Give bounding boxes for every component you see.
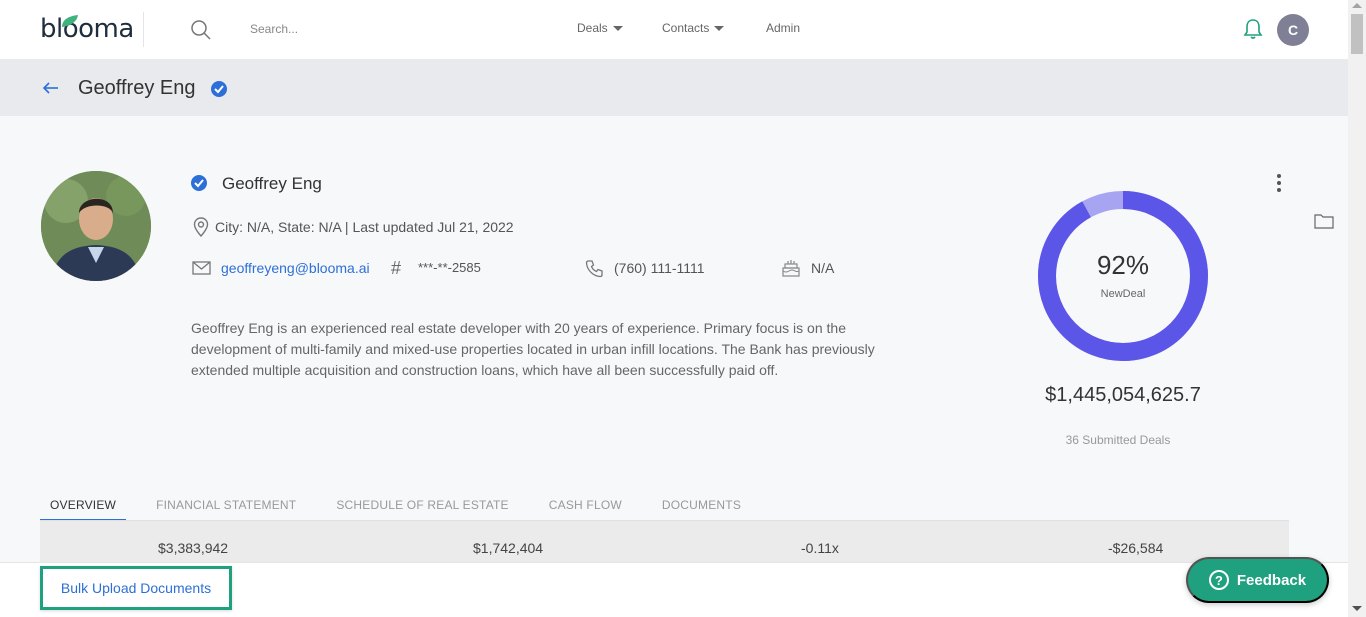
- feedback-button[interactable]: ? Feedback: [1186, 557, 1329, 603]
- scrollbar-thumb[interactable]: [1351, 14, 1363, 54]
- summary-value: $1,742,404: [473, 540, 544, 556]
- person-portrait-icon: [41, 171, 151, 281]
- profile-bio: Geoffrey Eng is an experienced real esta…: [191, 320, 875, 378]
- tab-financial-statement[interactable]: FINANCIAL STATEMENT: [146, 490, 306, 521]
- feedback-label: Feedback: [1236, 571, 1307, 589]
- birthday-cake-icon: [782, 260, 800, 277]
- summary-value: -$26,584: [1108, 540, 1164, 556]
- verified-check-icon: [211, 81, 227, 97]
- phone-icon: [585, 260, 603, 278]
- chevron-down-icon: [714, 25, 725, 31]
- phone-number: (760) 111-1111: [614, 260, 705, 276]
- location-updated-text: City: N/A, State: N/A | Last updated Jul…: [215, 219, 514, 235]
- tab-documents[interactable]: DOCUMENTS: [652, 490, 751, 521]
- nav-contacts-label: Contacts: [662, 21, 710, 35]
- ssn-masked: ***-**-2585: [418, 260, 481, 275]
- folder-icon[interactable]: [1314, 213, 1334, 229]
- chevron-down-icon: [612, 25, 623, 31]
- scroll-up-arrow-icon[interactable]: [1352, 3, 1362, 8]
- profile-photo: [41, 171, 151, 281]
- tab-cash-flow[interactable]: CASH FLOW: [539, 490, 632, 521]
- hash-icon: #: [391, 258, 402, 278]
- page-header: Geoffrey Eng: [0, 59, 1348, 116]
- profile-name: Geoffrey Eng: [222, 174, 322, 193]
- completion-percent: 92%: [1096, 250, 1150, 280]
- profile-tabs: OVERVIEW FINANCIAL STATEMENT SCHEDULE OF…: [40, 490, 771, 521]
- user-avatar[interactable]: C: [1277, 14, 1309, 46]
- blooma-logo[interactable]: blooma: [40, 14, 134, 44]
- summary-value: -0.11x: [801, 540, 839, 556]
- scroll-down-arrow-icon[interactable]: [1352, 606, 1362, 611]
- mail-icon: [192, 261, 211, 275]
- overview-summary-row: $3,383,942 $1,742,404 -0.11x -$26,584: [40, 521, 1289, 562]
- nav-admin-label: Admin: [766, 21, 801, 35]
- nav-contacts[interactable]: Contacts: [662, 21, 725, 35]
- nav-deals-label: Deals: [577, 21, 608, 35]
- total-amount: $1,445,054,625.7: [1045, 384, 1201, 406]
- leaf-icon: [62, 15, 78, 27]
- top-navigation-bar: blooma Deals Contacts Admin C: [0, 0, 1348, 59]
- more-options-icon[interactable]: [1270, 172, 1288, 194]
- page-scrollbar[interactable]: [1348, 0, 1366, 617]
- tab-schedule-of-real-estate[interactable]: SCHEDULE OF REAL ESTATE: [326, 490, 518, 521]
- header-divider: [143, 12, 144, 47]
- verified-check-icon: [191, 175, 207, 191]
- nav-deals[interactable]: Deals: [577, 21, 623, 35]
- bottom-action-bar: Bulk Upload Documents: [0, 562, 1348, 617]
- birthdate-value: N/A: [811, 260, 835, 276]
- question-mark-icon: ?: [1208, 570, 1229, 590]
- submitted-deals-count: 36 Submitted Deals: [1065, 433, 1171, 447]
- page-title: Geoffrey Eng: [78, 77, 196, 99]
- nav-admin[interactable]: Admin: [766, 21, 800, 35]
- back-arrow-icon[interactable]: [42, 81, 60, 95]
- location-pin-icon: [193, 217, 209, 237]
- search-icon[interactable]: [190, 19, 212, 41]
- search-input[interactable]: [250, 18, 530, 40]
- summary-value: $3,383,942: [158, 540, 229, 556]
- bell-icon[interactable]: [1243, 18, 1263, 40]
- email-link[interactable]: geoffreyeng@blooma.ai: [221, 260, 370, 276]
- completion-label: NewDeal: [1100, 288, 1146, 300]
- bulk-upload-documents-button[interactable]: Bulk Upload Documents: [40, 566, 232, 610]
- tab-overview[interactable]: OVERVIEW: [40, 490, 127, 521]
